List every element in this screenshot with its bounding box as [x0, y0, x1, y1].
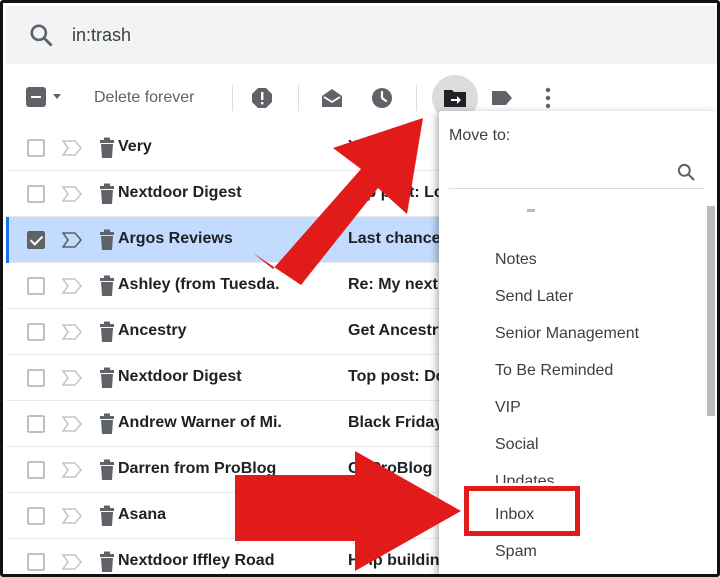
menu-scrollbar[interactable]: [707, 206, 715, 416]
menu-option-vip[interactable]: VIP: [495, 399, 521, 417]
email-sender: Nextdoor Digest: [118, 368, 242, 385]
email-sender: Nextdoor Digest: [118, 184, 242, 201]
row-checkbox[interactable]: [27, 369, 45, 387]
menu-option-senior-management[interactable]: Senior Management: [495, 325, 639, 343]
email-sender: Darren from ProBlog: [118, 460, 277, 477]
importance-marker-icon[interactable]: [62, 554, 82, 570]
email-sender: Ancestry: [118, 322, 187, 339]
snooze-icon[interactable]: [370, 86, 394, 110]
row-checkbox[interactable]: [27, 185, 45, 203]
importance-marker-icon[interactable]: [62, 370, 82, 386]
search-icon: [677, 163, 695, 181]
importance-marker-icon[interactable]: [62, 186, 82, 202]
menu-title: Move to:: [449, 127, 511, 144]
importance-marker-icon[interactable]: [62, 416, 82, 432]
menu-search-field[interactable]: [449, 153, 704, 189]
trash-icon: [100, 505, 114, 526]
trash-icon: [100, 551, 114, 572]
menu-option-notes[interactable]: Notes: [495, 251, 537, 269]
trash-icon: [100, 275, 114, 296]
screenshot-frame: Delete forever: [0, 0, 720, 577]
row-checkbox[interactable]: [27, 461, 45, 479]
search-bar: [6, 6, 717, 64]
email-sender: Ashley (from Tuesda.: [118, 276, 280, 293]
row-checkbox[interactable]: [27, 277, 45, 295]
inbox-highlight-box: [464, 486, 580, 536]
clipped-option: [527, 209, 535, 212]
trash-icon: [100, 137, 114, 158]
importance-marker-icon[interactable]: [62, 462, 82, 478]
label-icon[interactable]: [490, 88, 514, 108]
search-icon[interactable]: [28, 22, 54, 48]
trash-icon: [100, 413, 114, 434]
importance-marker-icon[interactable]: [62, 508, 82, 524]
select-dropdown-icon[interactable]: [53, 94, 61, 99]
importance-marker-icon[interactable]: [62, 232, 82, 248]
email-sender: Nextdoor Iffley Road: [118, 552, 275, 569]
trash-icon: [100, 183, 114, 204]
menu-option-spam[interactable]: Spam: [495, 543, 537, 561]
trash-icon: [100, 229, 114, 250]
menu-option-send-later[interactable]: Send Later: [495, 288, 573, 306]
toolbar-divider: [232, 85, 233, 111]
menu-option-updates[interactable]: Updates: [495, 473, 555, 483]
row-checkbox[interactable]: [27, 139, 45, 157]
trash-icon: [100, 321, 114, 342]
delete-forever-button[interactable]: Delete forever: [94, 87, 195, 109]
toolbar-divider: [298, 85, 299, 111]
email-sender: Andrew Warner of Mi.: [118, 414, 282, 431]
importance-marker-icon[interactable]: [62, 278, 82, 294]
report-spam-icon[interactable]: [250, 86, 274, 110]
email-sender: Argos Reviews: [118, 230, 233, 247]
trash-icon: [100, 459, 114, 480]
menu-option-social[interactable]: Social: [495, 436, 539, 454]
select-all-checkbox[interactable]: [26, 87, 46, 107]
row-checkbox[interactable]: [27, 323, 45, 341]
search-input[interactable]: [72, 20, 672, 50]
email-sender: Asana: [118, 506, 167, 523]
move-to-folder-icon: [444, 90, 466, 107]
row-checkbox[interactable]: [27, 231, 45, 249]
row-checkbox[interactable]: [27, 553, 45, 571]
trash-icon: [100, 367, 114, 388]
toolbar-divider: [416, 85, 417, 111]
importance-marker-icon[interactable]: [62, 324, 82, 340]
importance-marker-icon[interactable]: [62, 140, 82, 156]
more-vert-icon[interactable]: [542, 86, 554, 110]
row-checkbox[interactable]: [27, 507, 45, 525]
mark-as-read-icon[interactable]: [320, 87, 344, 109]
email-sender: Very: [118, 138, 152, 155]
row-checkbox[interactable]: [27, 415, 45, 433]
menu-option-to-be-reminded[interactable]: To Be Reminded: [495, 362, 613, 380]
